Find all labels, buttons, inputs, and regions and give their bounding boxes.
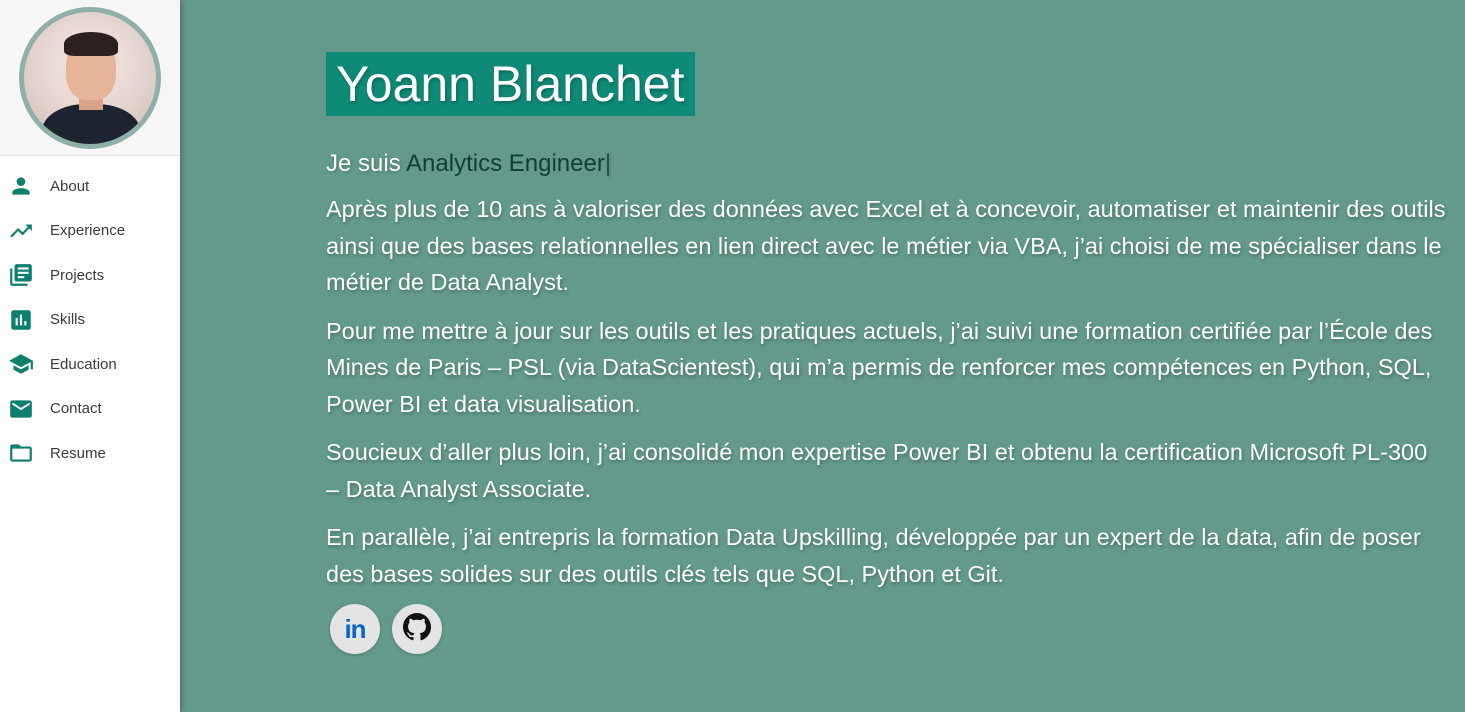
avatar: [19, 6, 161, 149]
sidebar-item-label: Contact: [50, 400, 102, 418]
github-button[interactable]: [392, 604, 442, 654]
sidebar-item-label: Skills: [50, 311, 86, 329]
sidebar: About Experience Projects Skills Educati…: [0, 0, 180, 712]
intro-paragraph-2: Pour me mettre à jour sur les outils et …: [326, 317, 1433, 417]
bar-chart-icon: [8, 307, 34, 333]
sidebar-item-projects[interactable]: Projects: [0, 253, 180, 298]
intro-paragraph-1: Après plus de 10 ans à valoriser des don…: [326, 196, 1446, 295]
school-icon: [8, 351, 34, 377]
mail-icon: [8, 396, 34, 422]
sidebar-item-about[interactable]: About: [0, 164, 180, 209]
sidebar-item-label: Resume: [50, 444, 106, 462]
role-highlight: Analytics Engineer: [406, 150, 605, 177]
linkedin-icon: in: [344, 613, 366, 644]
intro-paragraph-4: En parallèle, j’ai entrepris la formatio…: [326, 524, 1421, 587]
intro-paragraph-3: Soucieux d’aller plus loin, j’ai consoli…: [326, 439, 1428, 502]
role-prefix: Je suis: [326, 150, 407, 177]
sidebar-item-contact[interactable]: Contact: [0, 387, 180, 432]
sidebar-item-label: About: [50, 177, 90, 195]
sidebar-item-label: Education: [50, 355, 117, 373]
page-title: Yoann Blanchet: [336, 56, 685, 112]
linkedin-button[interactable]: in: [330, 604, 380, 654]
person-icon: [8, 173, 34, 199]
sidebar-item-skills[interactable]: Skills: [0, 298, 180, 343]
sidebar-item-resume[interactable]: Resume: [0, 431, 180, 476]
sidebar-item-education[interactable]: Education: [0, 342, 180, 387]
hero-section: Yoann Blanchet Je suis Analytics Enginee…: [326, 52, 1446, 654]
sidebar-item-label: Projects: [50, 266, 105, 284]
name-banner: Yoann Blanchet: [326, 52, 696, 116]
sidebar-item-experience[interactable]: Experience: [0, 209, 180, 254]
avatar-container: [0, 0, 180, 156]
sidebar-nav: About Experience Projects Skills Educati…: [0, 156, 180, 476]
trending-up-icon: [8, 218, 34, 244]
role-line: Je suis Analytics Engineer|: [326, 149, 1446, 179]
library-books-icon: [8, 262, 34, 288]
sidebar-item-label: Experience: [50, 222, 126, 240]
typing-cursor: |: [604, 150, 612, 177]
social-links: in: [326, 604, 1446, 654]
folder-icon: [8, 440, 34, 466]
github-icon: [403, 612, 431, 646]
